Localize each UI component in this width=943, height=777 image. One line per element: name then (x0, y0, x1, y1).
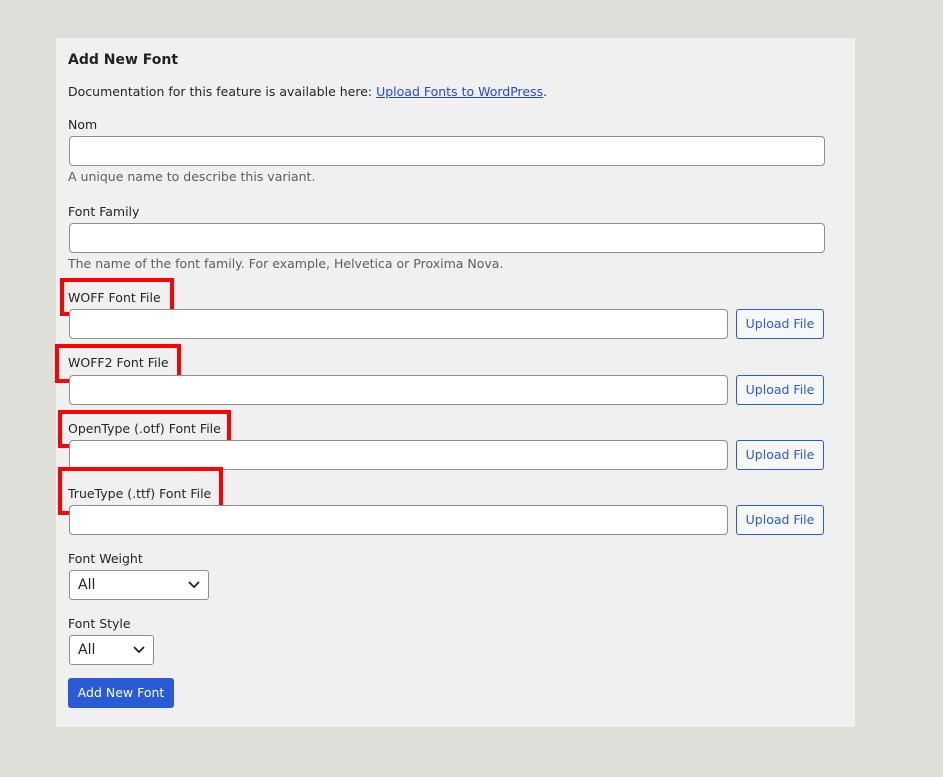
chevron-down-icon (133, 646, 145, 654)
font-weight-value: All (78, 577, 96, 593)
font-style-label: Font Style (68, 616, 131, 631)
font-style-select[interactable]: All (69, 635, 154, 665)
woff-label: WOFF Font File (68, 290, 161, 305)
woff2-label: WOFF2 Font File (68, 355, 169, 370)
font-family-input[interactable] (69, 223, 825, 253)
documentation-prefix: Documentation for this feature is availa… (68, 84, 377, 99)
ttf-label: TrueType (.ttf) Font File (68, 486, 212, 501)
font-weight-select[interactable]: All (69, 570, 209, 600)
form-title: Add New Font (68, 52, 179, 68)
font-family-label: Font Family (68, 204, 140, 219)
documentation-link[interactable]: Upload Fonts to WordPress (376, 84, 543, 99)
documentation-suffix: . (543, 84, 548, 99)
woff2-file-input[interactable] (69, 375, 728, 405)
name-hint: A unique name to describe this variant. (68, 169, 316, 184)
woff-file-input[interactable] (69, 309, 728, 339)
font-weight-label: Font Weight (68, 551, 143, 566)
otf-label: OpenType (.otf) Font File (68, 421, 221, 436)
woff2-upload-button[interactable]: Upload File (736, 375, 824, 405)
name-input[interactable] (69, 136, 825, 166)
ttf-file-input[interactable] (69, 505, 728, 535)
documentation-text: Documentation for this feature is availa… (68, 84, 547, 99)
ttf-upload-button[interactable]: Upload File (736, 505, 824, 535)
add-new-font-button[interactable]: Add New Font (68, 678, 174, 708)
font-style-value: All (78, 642, 96, 658)
add-font-panel: Add New Font Documentation for this feat… (55, 38, 855, 727)
woff-upload-button[interactable]: Upload File (736, 309, 824, 339)
chevron-down-icon (188, 581, 200, 589)
font-family-hint: The name of the font family. For example… (68, 256, 504, 271)
otf-upload-button[interactable]: Upload File (736, 440, 824, 470)
otf-file-input[interactable] (69, 440, 728, 470)
name-label: Nom (68, 117, 98, 132)
